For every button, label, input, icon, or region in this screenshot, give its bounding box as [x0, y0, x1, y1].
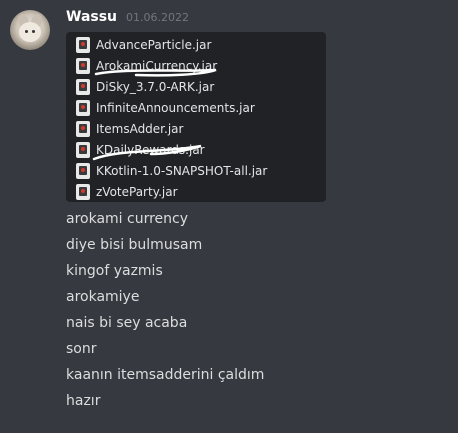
jar-file-icon — [76, 162, 90, 179]
file-row: KKotlin-1.0-SNAPSHOT-all.jar — [76, 160, 267, 181]
chat-message[interactable]: arokamiye — [66, 286, 264, 312]
jar-file-icon — [76, 99, 90, 116]
username[interactable]: Wassu — [66, 9, 117, 25]
file-row: ArokamiCurrency.jar — [76, 55, 217, 76]
chat-message[interactable]: nais bi sey acaba — [66, 312, 264, 338]
file-name: ArokamiCurrency.jar — [96, 58, 218, 73]
chat-message[interactable]: kaanın itemsadderini çaldım — [66, 364, 264, 390]
chat-message[interactable]: kingof yazmis — [66, 260, 264, 286]
file-name: zVoteParty.jar — [96, 184, 178, 199]
file-row: ItemsAdder.jar — [76, 118, 183, 139]
jar-file-icon — [76, 36, 90, 53]
message-timestamp: 01.06.2022 — [126, 11, 190, 24]
avatar-face — [19, 22, 41, 42]
avatar-eye-left — [25, 30, 28, 33]
chat-message[interactable]: diye bisi bulmusam — [66, 234, 264, 260]
jar-file-icon — [76, 78, 90, 95]
user-avatar[interactable] — [10, 10, 50, 50]
jar-file-icon — [76, 120, 90, 137]
chat-message[interactable]: hazır — [66, 390, 264, 416]
file-row: KDailyRewards.jar — [76, 139, 205, 160]
jar-file-icon — [76, 57, 90, 74]
file-name: InfiniteAnnouncements.jar — [96, 100, 255, 115]
file-name: DiSky_3.7.0-ARK.jar — [96, 79, 215, 94]
file-list-image[interactable]: AdvanceParticle.jar ArokamiCurrency.jar … — [66, 32, 326, 202]
file-name: KKotlin-1.0-SNAPSHOT-all.jar — [96, 163, 268, 178]
jar-file-icon — [76, 183, 90, 200]
file-row: zVoteParty.jar — [76, 181, 178, 202]
file-row: InfiniteAnnouncements.jar — [76, 97, 255, 118]
file-name: ItemsAdder.jar — [96, 121, 184, 136]
message-header: Wassu 01.06.2022 — [66, 9, 189, 29]
file-name: KDailyRewards.jar — [96, 142, 205, 157]
jar-file-icon — [76, 141, 90, 158]
file-name: AdvanceParticle.jar — [96, 37, 212, 52]
message-list: arokami currency diye bisi bulmusam king… — [66, 208, 264, 416]
avatar-eye-right — [32, 30, 35, 33]
file-row: AdvanceParticle.jar — [76, 34, 211, 55]
chat-message[interactable]: sonr — [66, 338, 264, 364]
file-row: DiSky_3.7.0-ARK.jar — [76, 76, 214, 97]
chat-message[interactable]: arokami currency — [66, 208, 264, 234]
